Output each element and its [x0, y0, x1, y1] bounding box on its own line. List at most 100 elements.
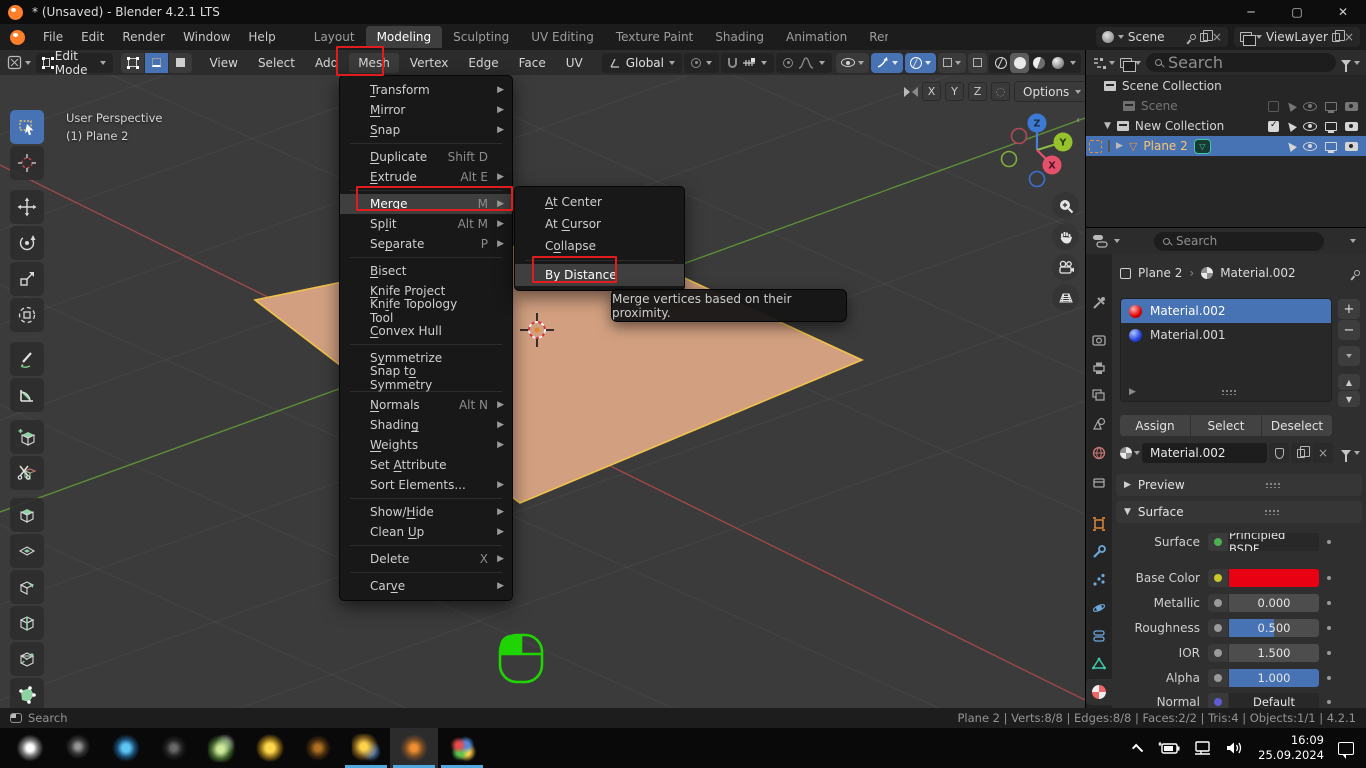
minimize-button[interactable]: ─ [1228, 0, 1274, 24]
disable-viewport-icon[interactable] [1325, 102, 1337, 111]
unlink-scene-icon[interactable]: × [1212, 31, 1222, 43]
mirror-icon[interactable] [904, 87, 918, 97]
mode-selector[interactable]: Edit Mode [36, 53, 113, 73]
taskbar-app-1[interactable] [6, 728, 54, 768]
menu-edit[interactable]: Edit [72, 27, 113, 47]
tool-annotate[interactable] [10, 342, 44, 376]
tab-material[interactable] [1086, 679, 1112, 705]
workspace-tab-modeling[interactable]: Modeling [366, 26, 443, 48]
menu-view[interactable]: View [200, 53, 246, 73]
tool-loop-cut[interactable] [10, 606, 44, 640]
taskbar-app-3[interactable] [102, 728, 150, 768]
menu-face[interactable]: Face [510, 53, 555, 73]
menu-vertex[interactable]: Vertex [401, 53, 458, 73]
mirror-z-button[interactable]: Z [968, 82, 987, 101]
disable-render-icon[interactable] [1345, 102, 1358, 111]
hide-eye-icon[interactable] [1303, 142, 1317, 151]
taskbar-app-8[interactable] [342, 728, 390, 768]
preview-panel-header[interactable]: ▶ Preview [1116, 474, 1362, 496]
taskbar-app-2[interactable] [54, 728, 102, 768]
taskbar-app-10[interactable] [438, 728, 486, 768]
disable-viewport-icon[interactable] [1325, 122, 1337, 131]
menu-help[interactable]: Help [239, 27, 284, 47]
menu-uv[interactable]: UV [557, 53, 592, 73]
taskbar-app-9[interactable] [390, 728, 438, 768]
outliner-filter-button[interactable] [1341, 60, 1360, 66]
metallic-slider[interactable]: 0.000 [1229, 594, 1319, 612]
maximize-button[interactable]: ▢ [1274, 0, 1320, 24]
menu-item-shading[interactable]: Shading▶ [340, 415, 512, 435]
menu-render[interactable]: Render [113, 27, 174, 47]
workspace-tab-uv-editing[interactable]: UV Editing [520, 26, 605, 48]
shading-wireframe-button[interactable] [991, 53, 1010, 73]
camera-view-button[interactable] [1052, 254, 1079, 281]
breadcrumb-object[interactable]: Plane 2 [1138, 266, 1182, 280]
remove-slot-button[interactable]: − [1338, 320, 1360, 340]
selectable-icon[interactable] [1285, 100, 1297, 112]
outliner-row-new-collection[interactable]: ▼ New Collection [1086, 116, 1366, 136]
taskbar-app-4[interactable] [150, 728, 198, 768]
list-expand-icon[interactable]: ▶ [1129, 387, 1136, 397]
gizmo-minus-x[interactable] [1012, 129, 1027, 144]
taskbar-app-7[interactable] [294, 728, 342, 768]
menu-item-transform[interactable]: Transform▶ [340, 80, 512, 100]
pan-view-button[interactable] [1052, 223, 1079, 250]
menu-item-show-hide[interactable]: Show/Hide▶ [340, 502, 512, 522]
gizmo-minus-y[interactable] [1002, 152, 1017, 167]
workspace-tab-texture-paint[interactable]: Texture Paint [605, 26, 704, 48]
menu-edge[interactable]: Edge [459, 53, 507, 73]
notification-icon[interactable] [1338, 742, 1354, 755]
blender-menu-icon[interactable] [10, 30, 25, 45]
options-chevron-icon[interactable] [1350, 239, 1356, 243]
move-slot-down-button[interactable]: ▼ [1338, 391, 1360, 407]
overlays-toggle[interactable] [905, 53, 936, 73]
menu-item-weights[interactable]: Weights▶ [340, 435, 512, 455]
tab-render[interactable] [1086, 327, 1112, 353]
menu-select[interactable]: Select [249, 53, 304, 73]
tab-object-data[interactable] [1086, 651, 1112, 677]
properties-editor-icon[interactable] [1092, 234, 1108, 248]
tab-world[interactable] [1086, 440, 1112, 466]
animate-dot[interactable] [1327, 676, 1331, 680]
menu-item-bisect[interactable]: Bisect [340, 261, 512, 281]
shading-rendered-button[interactable] [1048, 53, 1067, 73]
view-layer-selector[interactable]: ViewLayer × [1234, 27, 1360, 47]
unlink-material-button[interactable]: × [1313, 443, 1333, 463]
breadcrumb-material[interactable]: Material.002 [1220, 266, 1295, 280]
tab-output[interactable] [1086, 355, 1112, 381]
face-select-button[interactable] [169, 53, 192, 73]
outliner-filter-display[interactable] [1120, 58, 1141, 68]
tool-inset-faces[interactable] [10, 534, 44, 568]
menu-item-snap[interactable]: Snap▶ [340, 120, 512, 140]
xray-toggle[interactable] [938, 53, 966, 73]
move-slot-up-button[interactable]: ▲ [1338, 374, 1360, 390]
tool-measure[interactable] [10, 378, 44, 412]
magnet-snap-icon[interactable] [728, 58, 737, 68]
toggle-orthographic-button[interactable] [1052, 284, 1079, 311]
outliner-display-mode[interactable] [1092, 57, 1115, 69]
battery-icon[interactable] [1158, 741, 1180, 755]
selectable-icon[interactable] [1285, 140, 1297, 152]
transform-orientation-selector[interactable]: Global [602, 53, 682, 73]
tab-physics[interactable] [1086, 595, 1112, 621]
workspace-tab-animation[interactable]: Animation [775, 26, 858, 48]
roughness-slider[interactable]: 0.500 [1229, 619, 1319, 637]
show-gizmo-dropdown[interactable] [836, 53, 869, 73]
menu-item-extrude[interactable]: ExtrudeAlt E▶ [340, 167, 512, 187]
workspace-tab-rendering[interactable]: Rendering [858, 26, 888, 48]
clock[interactable]: 16:09 25.09.2024 [1258, 733, 1324, 763]
tool-poly-build[interactable] [10, 678, 44, 708]
outliner-row-scene-collection[interactable]: Scene Collection [1086, 76, 1366, 96]
tab-modifiers[interactable] [1086, 539, 1112, 565]
ior-slider[interactable]: 1.500 [1229, 644, 1319, 662]
menu-item-duplicate[interactable]: DuplicateShift D [340, 147, 512, 167]
menu-item-carve[interactable]: Carve▶ [340, 576, 512, 596]
menu-window[interactable]: Window [174, 27, 239, 47]
snap-controls[interactable] [721, 53, 774, 73]
workspace-tab-layout[interactable]: Layout [303, 26, 366, 48]
menu-item-sort-elements[interactable]: Sort Elements...▶ [340, 475, 512, 495]
workspace-tab-shading[interactable]: Shading [704, 26, 775, 48]
disable-viewport-icon[interactable] [1325, 142, 1337, 151]
zoom-view-button[interactable] [1052, 192, 1079, 219]
tool-move[interactable] [10, 190, 44, 224]
